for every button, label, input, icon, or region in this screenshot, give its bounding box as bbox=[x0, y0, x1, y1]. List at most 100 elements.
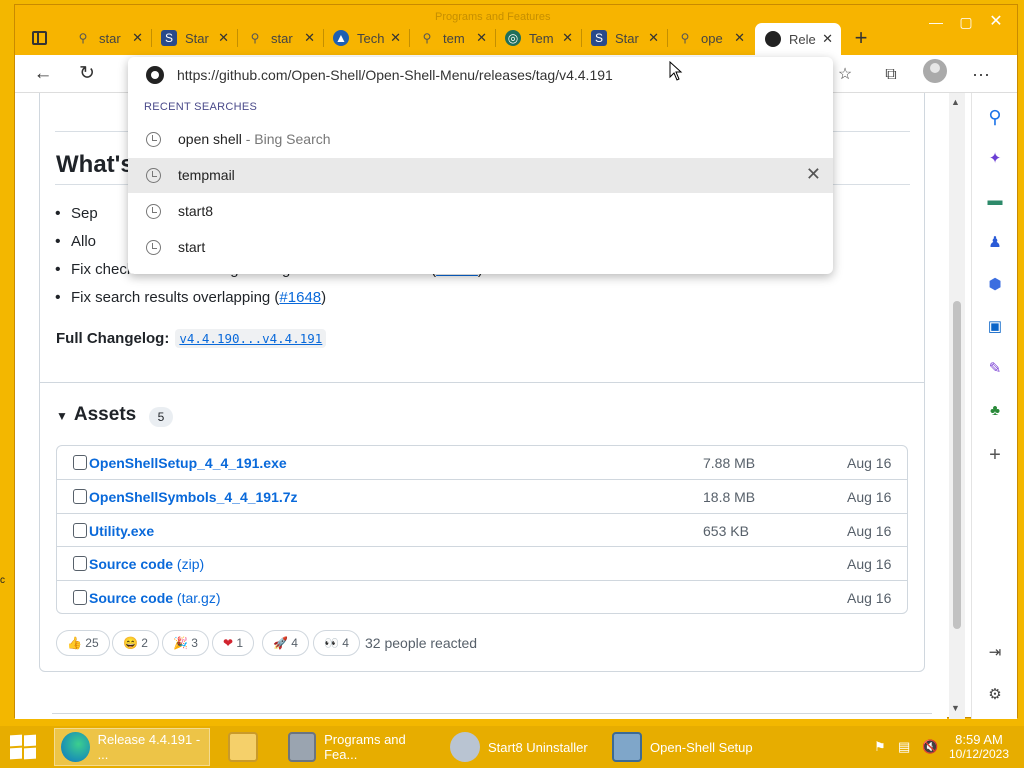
reaction-heart[interactable]: ❤ 1 bbox=[212, 630, 255, 656]
asset-date: Aug 16 bbox=[847, 523, 892, 539]
suggestion-item[interactable]: start bbox=[128, 230, 833, 265]
refresh-button[interactable]: ↻ bbox=[73, 61, 101, 87]
tab[interactable]: ⚲ ope ✕ bbox=[667, 23, 753, 53]
tab[interactable]: ⚲ tem ✕ bbox=[409, 23, 496, 53]
tech-icon: ▲ bbox=[333, 30, 349, 46]
copilot-sparkle-icon[interactable]: ✦ bbox=[983, 147, 1007, 171]
new-tab-button[interactable]: + bbox=[849, 25, 873, 51]
profile-avatar[interactable] bbox=[923, 59, 947, 83]
shopping-icon[interactable]: ▬ bbox=[983, 189, 1007, 213]
tab[interactable]: ⚲ star ✕ bbox=[65, 23, 152, 53]
tab-label: ope bbox=[701, 30, 723, 46]
assets-heading[interactable]: ▼ Assets bbox=[56, 404, 136, 426]
tab-close-icon[interactable]: ✕ bbox=[476, 30, 487, 46]
taskbar-item-edge[interactable]: Release 4.4.191 - ... bbox=[54, 728, 210, 766]
tab[interactable]: ▲ Tech ✕ bbox=[323, 23, 410, 53]
tab[interactable]: S Star ✕ bbox=[151, 23, 238, 53]
edge-text: c bbox=[0, 575, 5, 586]
back-button[interactable]: ← bbox=[29, 61, 57, 87]
edge-sidebar: ⚲ ✦ ▬ ♟ ⬢ ▣ ✎ ♣ + ⇥ ⚙ bbox=[971, 93, 1017, 719]
reaction-hooray[interactable]: 🎉 3 bbox=[162, 630, 209, 656]
tab-label: Star bbox=[185, 30, 209, 46]
tab[interactable]: ⚲ star ✕ bbox=[237, 23, 324, 53]
add-icon[interactable]: + bbox=[983, 443, 1007, 467]
drop-tree-icon[interactable]: ♣ bbox=[983, 399, 1007, 423]
designer-icon[interactable]: ✎ bbox=[983, 357, 1007, 381]
tab-close-icon[interactable]: ✕ bbox=[132, 30, 143, 46]
asset-size: 653 KB bbox=[703, 523, 749, 539]
asset-row: OpenShellSetup_4_4_191.exe 7.88 MB Aug 1… bbox=[57, 446, 907, 479]
asset-date: Aug 16 bbox=[847, 590, 892, 606]
issue-link[interactable]: #1648 bbox=[279, 289, 321, 306]
remove-suggestion-icon[interactable]: ✕ bbox=[806, 164, 821, 185]
reacted-summary: 32 people reacted bbox=[365, 635, 478, 651]
tab[interactable]: ◎ Tem ✕ bbox=[495, 23, 582, 53]
asset-link[interactable]: OpenShellSetup_4_4_191.exe bbox=[89, 455, 287, 471]
uninstaller-icon bbox=[450, 732, 480, 762]
address-bar[interactable] bbox=[128, 57, 833, 93]
browser-window: Programs and Features — ▢ ✕ ⚲ star ✕ S S… bbox=[14, 4, 1018, 719]
network-icon[interactable]: ▤ bbox=[898, 739, 910, 755]
suggestion-item[interactable]: open shell - Bing Search bbox=[128, 122, 833, 157]
search-icon[interactable]: ⚲ bbox=[983, 105, 1007, 129]
tab-close-icon[interactable]: ✕ bbox=[218, 30, 229, 46]
microsoft-365-icon[interactable]: ⬢ bbox=[983, 273, 1007, 297]
tab-active[interactable]: Rele ✕ bbox=[755, 23, 841, 55]
asset-link[interactable]: OpenShellSymbols_4_4_191.7z bbox=[89, 489, 298, 505]
tab-close-icon[interactable]: ✕ bbox=[562, 30, 573, 46]
taskbar-item-explorer[interactable] bbox=[222, 728, 274, 766]
startisback-icon: S bbox=[161, 30, 177, 46]
asset-link[interactable]: Source code (tar.gz) bbox=[89, 590, 221, 606]
tab-close-icon[interactable]: ✕ bbox=[822, 31, 833, 47]
scroll-down-arrow-icon[interactable]: ▼ bbox=[951, 703, 960, 713]
outlook-icon[interactable]: ▣ bbox=[983, 315, 1007, 339]
taskbar-clock[interactable]: 8:59 AM 10/12/2023 bbox=[946, 732, 1012, 762]
asset-row: Utility.exe 653 KB Aug 16 bbox=[57, 513, 907, 546]
startisback-icon: S bbox=[591, 30, 607, 46]
history-icon bbox=[146, 204, 161, 219]
asset-link[interactable]: Utility.exe bbox=[89, 523, 154, 539]
asset-row: Source code (zip) Aug 16 bbox=[57, 546, 907, 579]
hide-sidebar-icon[interactable]: ⇥ bbox=[983, 641, 1007, 665]
settings-gear-icon[interactable]: ⚙ bbox=[983, 683, 1007, 707]
taskbar-item-start8-uninstaller[interactable]: Start8 Uninstaller bbox=[444, 728, 594, 766]
suggestion-item-highlighted[interactable]: tempmail ✕ bbox=[128, 158, 833, 193]
tab-actions-icon bbox=[31, 31, 47, 45]
address-bar-dropdown: RECENT SEARCHES open shell - Bing Search… bbox=[128, 57, 833, 274]
tab-strip: ⚲ star ✕ S Star ✕ ⚲ star ✕ ▲ Tech ✕ ⚲ te… bbox=[15, 19, 1017, 55]
tab[interactable]: S Star ✕ bbox=[581, 23, 668, 53]
tab-close-icon[interactable]: ✕ bbox=[734, 30, 745, 46]
reaction-thumbs-up[interactable]: 👍 25 bbox=[56, 630, 110, 656]
file-zip-icon bbox=[73, 556, 87, 571]
reaction-laugh[interactable]: 😄 2 bbox=[112, 630, 159, 656]
reaction-rocket[interactable]: 🚀 4 bbox=[262, 630, 309, 656]
assets-count-badge: 5 bbox=[149, 407, 173, 427]
games-icon[interactable]: ♟ bbox=[983, 231, 1007, 255]
changelog-link[interactable]: v4.4.190...v4.4.191 bbox=[175, 329, 327, 348]
search-icon: ⚲ bbox=[250, 31, 260, 45]
collections-icon[interactable]: ⧉ bbox=[879, 63, 903, 87]
tab-close-icon[interactable]: ✕ bbox=[648, 30, 659, 46]
reaction-eyes[interactable]: 👀 4 bbox=[313, 630, 360, 656]
start-button[interactable] bbox=[10, 734, 40, 761]
more-menu-icon[interactable]: ⋯ bbox=[969, 63, 993, 87]
flag-icon[interactable]: ⚑ bbox=[874, 739, 886, 755]
asset-date: Aug 16 bbox=[847, 556, 892, 572]
page-scrollbar[interactable]: ▲ ▼ bbox=[949, 93, 965, 719]
full-changelog: Full Changelog: v4.4.190...v4.4.191 bbox=[56, 329, 327, 348]
scrollbar-thumb[interactable] bbox=[953, 301, 961, 629]
tab-close-icon[interactable]: ✕ bbox=[390, 30, 401, 46]
favorites-star-icon[interactable]: ☆ bbox=[833, 63, 857, 87]
taskbar-item-programs[interactable]: Programs and Fea... bbox=[282, 728, 434, 766]
asset-link[interactable]: Source code (zip) bbox=[89, 556, 204, 572]
tab-actions-button[interactable] bbox=[21, 24, 57, 52]
tab-close-icon[interactable]: ✕ bbox=[304, 30, 315, 46]
address-input[interactable] bbox=[177, 67, 797, 83]
suggestion-item[interactable]: start8 bbox=[128, 194, 833, 229]
volume-muted-icon[interactable]: 🔇 bbox=[922, 739, 938, 755]
history-icon bbox=[146, 240, 161, 255]
setup-installer-icon bbox=[612, 732, 642, 762]
taskbar-item-open-shell-setup[interactable]: Open-Shell Setup bbox=[606, 728, 756, 766]
history-icon bbox=[146, 168, 161, 183]
scroll-up-arrow-icon[interactable]: ▲ bbox=[951, 97, 960, 107]
